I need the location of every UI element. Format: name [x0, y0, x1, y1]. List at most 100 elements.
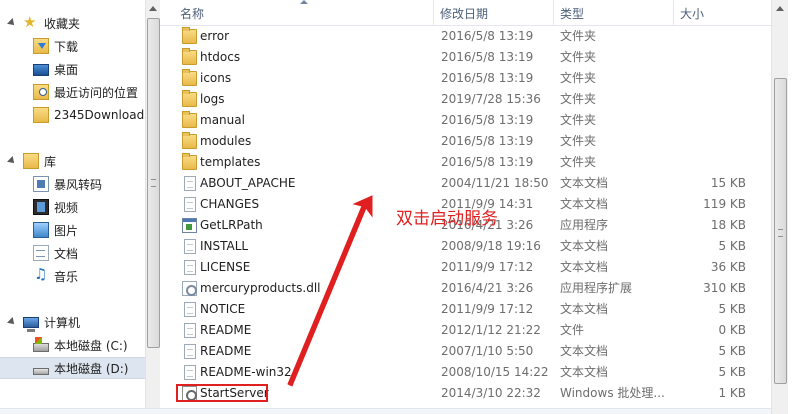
scrollbar-thumb[interactable]	[147, 18, 160, 348]
file-name: modules	[200, 134, 252, 148]
nav-pictures[interactable]: 图片	[0, 219, 145, 241]
folder-icon	[182, 69, 197, 86]
file-date: 2007/1/10 5:50	[441, 344, 534, 358]
file-date: 2014/3/10 22:32	[441, 386, 541, 400]
nav-drive-d[interactable]: 本地磁盘 (D:)	[0, 357, 145, 379]
computer-icon	[23, 317, 39, 332]
file-date: 2004/11/21 18:50	[441, 176, 549, 190]
nav-scrollbar[interactable]	[145, 0, 160, 414]
file-list-scrollbar[interactable]	[771, 0, 788, 414]
file-name: README	[200, 344, 252, 358]
collapse-arrow-icon[interactable]	[7, 17, 17, 28]
text-file-icon	[184, 365, 196, 380]
annotation-highlight-box	[176, 384, 268, 402]
navigation-pane: 收藏夹 下载 桌面 最近访问的位置 2345Downloads 库 暴风转码 视…	[0, 0, 145, 414]
file-type: 文本文档	[560, 344, 609, 358]
file-size	[660, 89, 746, 110]
file-type: 文本文档	[560, 239, 609, 253]
file-size: 5 KB	[718, 344, 746, 358]
file-row[interactable]: logs 2019/7/28 15:36 文件夹	[160, 89, 771, 110]
file-date: 2016/5/8 13:19	[441, 71, 534, 85]
file-name: icons	[200, 71, 232, 85]
folder-icon	[182, 27, 197, 44]
file-row[interactable]: modules 2016/5/8 13:19 文件夹	[160, 131, 771, 152]
file-row[interactable]: error 2016/5/8 13:19 文件夹	[160, 26, 771, 47]
column-header-name[interactable]: 名称	[174, 0, 434, 26]
file-type: 文件夹	[560, 71, 597, 85]
file-date: 2016/5/8 13:19	[441, 50, 534, 64]
nav-desktop[interactable]: 桌面	[0, 58, 145, 80]
file-row[interactable]: README 2007/1/10 5:50 文本文档 5 KB	[160, 341, 771, 362]
text-file-icon	[184, 176, 196, 191]
file-name: LICENSE	[200, 260, 251, 274]
library-icon	[23, 153, 39, 169]
file-date: 2016/5/8 13:19	[441, 113, 534, 127]
scroll-up-arrow-icon[interactable]	[146, 0, 160, 17]
nav-recent-places[interactable]: 最近访问的位置	[0, 81, 145, 103]
nav-storm-codec[interactable]: 暴风转码	[0, 173, 145, 195]
file-size: 18 KB	[710, 218, 746, 232]
file-name: NOTICE	[200, 302, 246, 316]
file-row[interactable]: icons 2016/5/8 13:19 文件夹	[160, 68, 771, 89]
file-type: 文件夹	[560, 92, 597, 106]
nav-label: 最近访问的位置	[54, 85, 139, 100]
file-row[interactable]: htdocs 2016/5/8 13:19 文件夹	[160, 47, 771, 68]
column-header-type[interactable]: 类型	[554, 0, 674, 26]
file-row[interactable]: README 2012/1/12 21:22 文件 0 KB	[160, 320, 771, 341]
file-row[interactable]: README-win32 2008/10/15 14:22 文本文档 5 KB	[160, 362, 771, 383]
nav-label: 下载	[54, 39, 79, 54]
file-size	[660, 152, 746, 173]
nav-computer[interactable]: 计算机	[0, 311, 145, 333]
file-row[interactable]: NOTICE 2011/9/9 17:12 文本文档 5 KB	[160, 299, 771, 320]
nav-label: 本地磁盘 (D:)	[54, 361, 129, 376]
nav-label: 桌面	[54, 62, 79, 77]
file-name: ABOUT_APACHE	[200, 176, 296, 190]
nav-drive-c[interactable]: 本地磁盘 (C:)	[0, 334, 145, 356]
file-date: 2016/5/8 13:19	[441, 134, 534, 148]
file-row[interactable]: mercuryproducts.dll 2016/4/21 3:26 应用程序扩…	[160, 278, 771, 299]
nav-libraries[interactable]: 库	[0, 150, 145, 172]
file-type: 文本文档	[560, 197, 609, 211]
nav-music[interactable]: 音乐	[0, 265, 145, 287]
application-icon	[182, 218, 197, 233]
file-date: 2011/9/9 17:12	[441, 260, 534, 274]
file-date: 2016/4/21 3:26	[441, 281, 534, 295]
column-header-size[interactable]: 大小	[674, 0, 771, 26]
column-header-date[interactable]: 修改日期	[434, 0, 554, 26]
star-icon	[23, 13, 39, 31]
scrollbar-thumb[interactable]	[774, 78, 787, 384]
folder-icon	[182, 132, 197, 149]
file-row[interactable]: templates 2016/5/8 13:19 文件夹	[160, 152, 771, 173]
collapse-arrow-icon[interactable]	[7, 316, 17, 327]
file-row[interactable]: INSTALL 2008/9/18 19:16 文本文档 5 KB	[160, 236, 771, 257]
file-name: logs	[200, 92, 225, 106]
file-row[interactable]: LICENSE 2011/9/9 17:12 文本文档 36 KB	[160, 257, 771, 278]
file-name: mercuryproducts.dll	[200, 281, 321, 295]
nav-label: 文档	[54, 246, 79, 261]
nav-videos[interactable]: 视频	[0, 196, 145, 218]
column-header-bar: 名称 修改日期 类型 大小	[160, 0, 771, 26]
nav-label: 图片	[54, 223, 79, 238]
file-size: 119 KB	[703, 197, 746, 211]
file-row[interactable]: ABOUT_APACHE 2004/11/21 18:50 文本文档 15 KB	[160, 173, 771, 194]
file-date: 2008/9/18 19:16	[441, 239, 541, 253]
file-type: Windows 批处理...	[560, 386, 665, 400]
file-name: GetLRPath	[200, 218, 263, 232]
collapse-arrow-icon[interactable]	[7, 155, 17, 166]
drive-c-icon	[33, 337, 49, 352]
nav-favorites[interactable]: 收藏夹	[0, 12, 145, 34]
scroll-up-arrow-icon[interactable]	[772, 0, 788, 17]
nav-documents[interactable]: 文档	[0, 242, 145, 264]
text-file-icon	[184, 344, 196, 359]
file-row[interactable]: manual 2016/5/8 13:19 文件夹	[160, 110, 771, 131]
nav-2345downloads[interactable]: 2345Downloads	[0, 104, 145, 126]
folder-icon	[182, 111, 197, 128]
file-type: 文件夹	[560, 50, 597, 64]
file-type: 文本文档	[560, 302, 609, 316]
file-name: htdocs	[200, 50, 241, 64]
bottom-strip	[0, 408, 771, 414]
file-date: 2008/10/15 14:22	[441, 365, 549, 379]
text-file-icon	[184, 197, 196, 212]
file-size	[660, 26, 746, 47]
nav-downloads[interactable]: 下载	[0, 35, 145, 57]
